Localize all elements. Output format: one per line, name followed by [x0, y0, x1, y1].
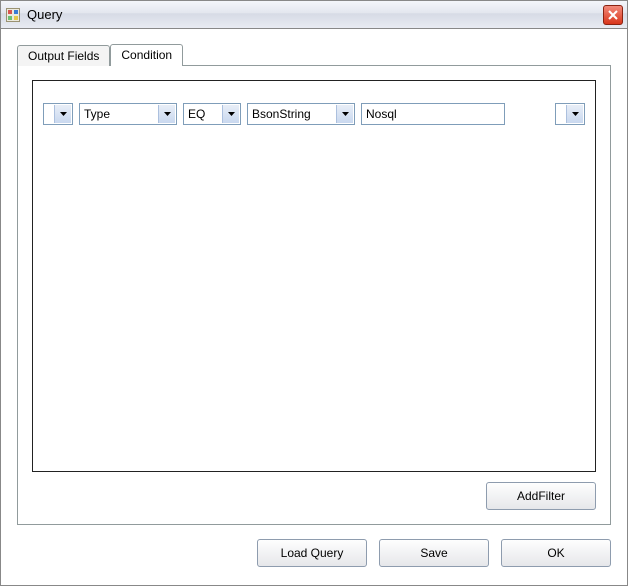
client-area: Output Fields Condition Type — [1, 29, 627, 585]
window-title: Query — [27, 7, 603, 22]
tab-condition[interactable]: Condition — [110, 44, 183, 66]
chevron-down-icon — [222, 105, 239, 123]
chevron-down-icon — [566, 105, 583, 123]
close-button[interactable] — [603, 5, 623, 25]
tabpage-condition: Type EQ BsonString — [17, 65, 611, 525]
tab-output-fields[interactable]: Output Fields — [17, 45, 110, 66]
filter-panel: Type EQ BsonString — [32, 80, 596, 472]
add-filter-button[interactable]: AddFilter — [486, 482, 596, 510]
dialog-buttons: Load Query Save OK — [17, 525, 611, 569]
tab-label: Output Fields — [28, 49, 99, 63]
filter-row: Type EQ BsonString — [43, 103, 585, 125]
combobox-value: EQ — [188, 107, 205, 121]
tabstrip: Output Fields Condition — [17, 43, 611, 65]
app-icon — [5, 7, 21, 23]
button-label: Load Query — [281, 546, 344, 560]
load-query-button[interactable]: Load Query — [257, 539, 367, 567]
field-combobox[interactable]: Type — [79, 103, 177, 125]
combobox-value: BsonString — [252, 107, 311, 121]
chevron-down-icon — [54, 105, 71, 123]
addfilter-row: AddFilter — [32, 472, 596, 510]
trailing-combobox[interactable] — [555, 103, 585, 125]
logic-combobox[interactable] — [43, 103, 73, 125]
button-label: OK — [547, 546, 564, 560]
bson-type-combobox[interactable]: BsonString — [247, 103, 355, 125]
save-button[interactable]: Save — [379, 539, 489, 567]
operator-combobox[interactable]: EQ — [183, 103, 241, 125]
button-label: Save — [420, 546, 447, 560]
query-window: Query Output Fields Condition — [0, 0, 628, 586]
button-label: AddFilter — [517, 489, 565, 503]
ok-button[interactable]: OK — [501, 539, 611, 567]
value-input[interactable]: Nosql — [361, 103, 505, 125]
value-text: Nosql — [366, 107, 397, 121]
chevron-down-icon — [336, 105, 353, 123]
titlebar: Query — [1, 1, 627, 29]
tab-label: Condition — [121, 48, 172, 62]
combobox-value: Type — [84, 107, 110, 121]
chevron-down-icon — [158, 105, 175, 123]
